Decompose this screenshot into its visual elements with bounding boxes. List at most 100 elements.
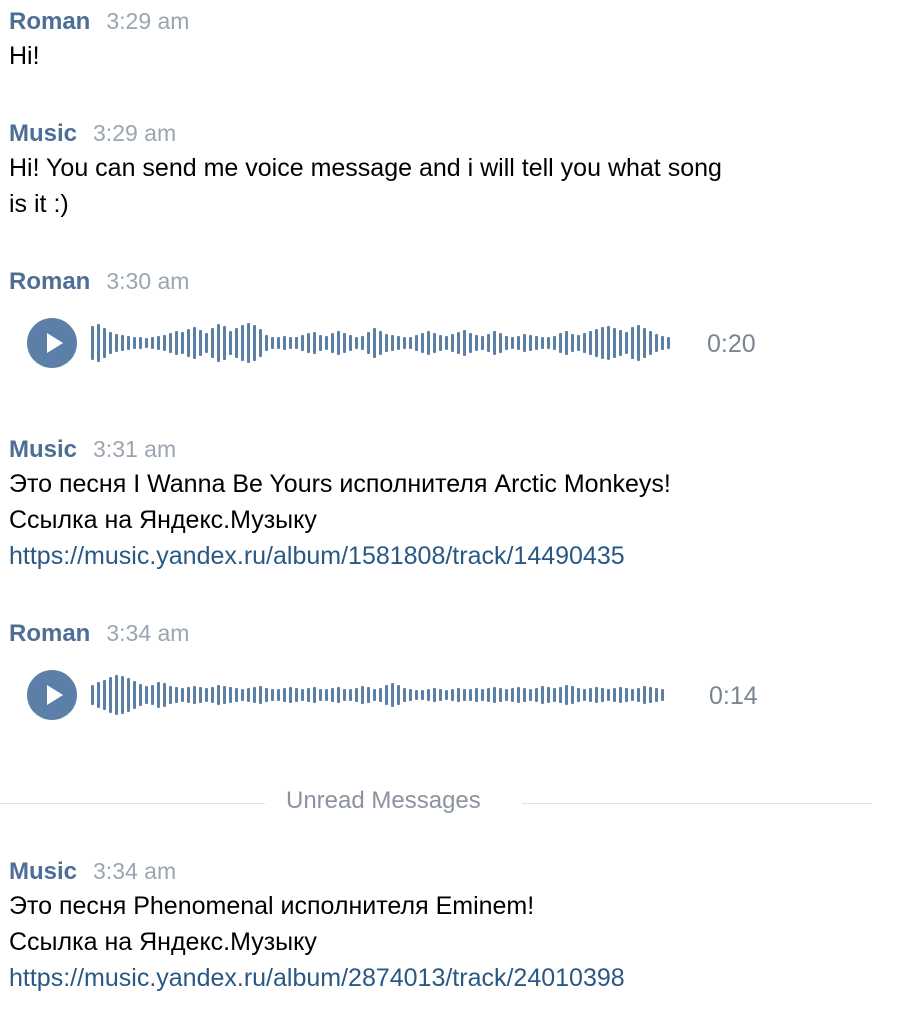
waveform-bar [361,686,364,704]
waveform-bar [655,334,658,352]
waveform-bar [541,686,544,704]
waveform-bar [511,688,514,702]
unread-divider: Unread Messages [0,785,872,821]
waveform-bar [493,687,496,703]
waveform-bar [439,689,442,701]
message-header: Music 3:31 am [9,436,869,466]
waveform-bar [379,331,382,355]
waveform-bar [649,331,652,355]
waveform-bar [289,337,292,349]
waveform-bar [103,328,106,358]
waveform-bar [199,687,202,703]
waveform-bar [331,333,334,353]
waveform-bar [433,688,436,702]
message-text: Ссылка на Яндекс.Музыку [9,506,317,534]
waveform-bar [553,336,556,350]
waveform-bar [601,688,604,702]
waveform-bar [481,336,484,350]
waveform-bar [499,688,502,702]
message-time: 3:34 am [93,858,177,884]
voice-duration: 0:14 [709,682,758,710]
waveform-bar [223,686,226,704]
waveform-bar [91,326,94,360]
voice-waveform[interactable] [91,672,691,718]
message-time: 3:29 am [93,120,177,146]
waveform-bar [427,331,430,355]
waveform-bar [493,331,496,355]
waveform-bar [151,337,154,349]
waveform-bar [535,688,538,702]
waveform-bar [433,333,436,353]
waveform-bar [403,688,406,702]
waveform-bar [283,688,286,702]
waveform-bar [343,689,346,701]
waveform-bar [223,326,226,360]
waveform-bar [439,335,442,351]
waveform-bar [319,689,322,701]
waveform-bar [565,685,568,705]
waveform-bar [109,332,112,354]
waveform-bar [337,687,340,703]
sender-name[interactable]: Roman [9,268,90,296]
waveform-bar [565,331,568,355]
waveform-bar [667,337,670,349]
waveform-bar [205,688,208,702]
sender-name[interactable]: Music [9,858,77,886]
waveform-bar [559,333,562,353]
waveform-bar [181,688,184,702]
waveform-bar [337,331,340,355]
message-header: Music 3:34 am [9,858,869,888]
waveform-bar [469,333,472,353]
sender-name[interactable]: Roman [9,8,90,36]
waveform-bar [517,336,520,350]
sender-name[interactable]: Music [9,436,77,464]
voice-waveform[interactable] [91,320,691,366]
waveform-bar [397,336,400,350]
track-link[interactable]: https://music.yandex.ru/album/2874013/tr… [9,964,625,992]
message-text: Hi! You can send me voice message and i … [9,154,722,182]
message-header: Music 3:29 am [9,120,869,150]
waveform-bar [163,683,166,707]
waveform-bar [373,328,376,358]
waveform-bar [247,688,250,702]
waveform-bar [649,687,652,703]
waveform-bar [583,333,586,353]
waveform-bar [157,682,160,708]
waveform-bar [373,689,376,701]
waveform-bar [133,337,136,349]
waveform-bar [589,688,592,702]
waveform-bar [391,683,394,707]
waveform-bar [421,690,424,700]
message: Music 3:34 am Это песня Phenomenal испол… [9,858,869,996]
waveform-bar [259,329,262,357]
message: Roman 3:29 am Hi! [9,8,869,74]
waveform-bar [139,684,142,706]
play-icon[interactable] [27,318,77,368]
waveform-bar [637,325,640,361]
waveform-bar [229,687,232,703]
waveform-bar [415,690,418,700]
waveform-bar [661,336,664,350]
waveform-bar [661,689,664,701]
play-icon[interactable] [27,670,77,720]
track-link[interactable]: https://music.yandex.ru/album/1581808/tr… [9,542,625,570]
waveform-bar [277,337,280,349]
waveform-bar [403,337,406,349]
waveform-bar [301,335,304,351]
waveform-bar [631,689,634,701]
message-text: Hi! [9,42,40,70]
waveform-bar [379,688,382,702]
waveform-bar [361,336,364,350]
waveform-bar [517,687,520,703]
waveform-bar [613,328,616,358]
sender-name[interactable]: Roman [9,620,90,648]
waveform-bar [295,337,298,349]
waveform-bar [97,324,100,362]
waveform-bar [313,332,316,354]
waveform-bar [595,329,598,357]
waveform-bar [217,324,220,362]
sender-name[interactable]: Music [9,120,77,148]
waveform-bar [451,689,454,701]
waveform-bar [487,688,490,702]
waveform-bar [469,689,472,701]
